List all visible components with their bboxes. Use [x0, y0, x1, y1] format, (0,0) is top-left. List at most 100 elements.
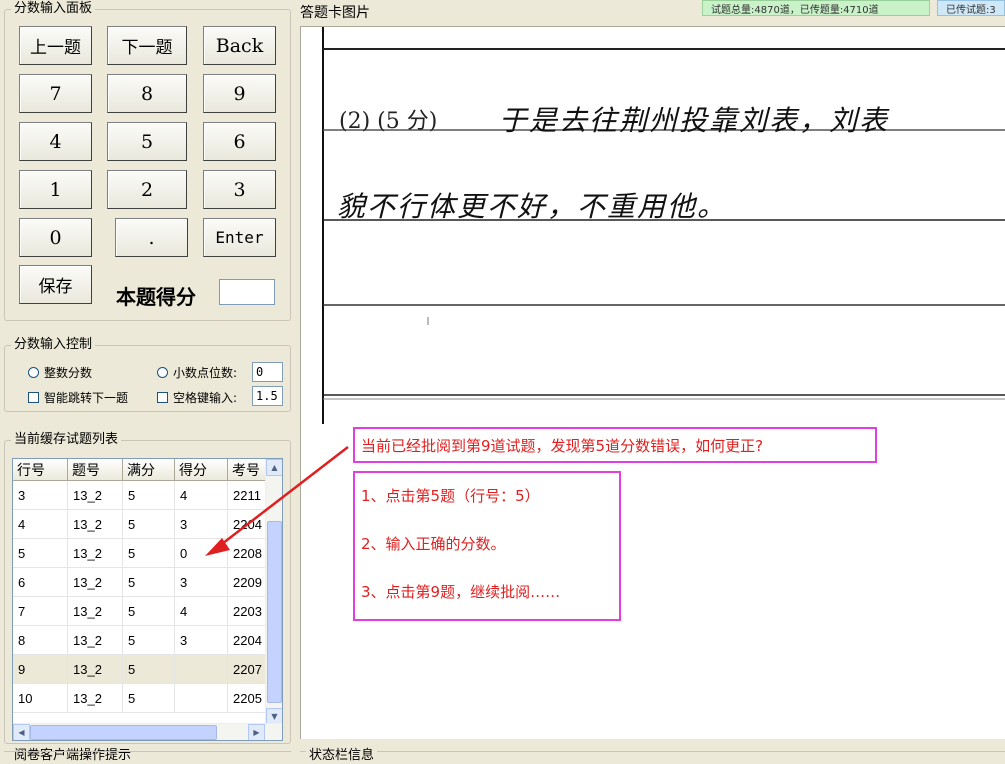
grid-horizontal-scrollbar[interactable]: ◀ ▶ — [13, 723, 282, 740]
cell-row-number[interactable]: 8 — [13, 626, 68, 655]
grid-vertical-scrollbar[interactable]: ▲ ▼ — [265, 459, 282, 725]
table-row[interactable]: 6 13_2 5 3 2209 — [13, 568, 278, 597]
key-2-button[interactable]: 2 — [107, 170, 187, 209]
key-0-button[interactable]: 0 — [19, 218, 92, 257]
cell-score[interactable]: 0 — [175, 539, 228, 568]
cell-score[interactable]: 4 — [175, 597, 228, 626]
scroll-up-icon[interactable]: ▲ — [266, 459, 282, 476]
key-4-button[interactable]: 4 — [19, 122, 92, 161]
key-8-button[interactable]: 8 — [107, 74, 187, 113]
col-question-id[interactable]: 题号 — [68, 459, 123, 481]
table-row[interactable]: 5 13_2 5 0 2208 — [13, 539, 278, 568]
cell-score[interactable]: 4 — [175, 481, 228, 510]
decimal-radio[interactable] — [157, 367, 168, 378]
cell-question-id[interactable]: 13_2 — [68, 510, 123, 539]
cell-question-id[interactable]: 13_2 — [68, 568, 123, 597]
cell-full-score[interactable]: 5 — [123, 481, 175, 510]
annotation-step-2: 2、输入正确的分数。 — [361, 535, 506, 553]
cell-question-id[interactable]: 13_2 — [68, 684, 123, 713]
integer-radio[interactable] — [28, 367, 39, 378]
cell-full-score[interactable]: 5 — [123, 510, 175, 539]
cell-full-score[interactable]: 5 — [123, 597, 175, 626]
cache-list-grid[interactable]: 行号 题号 满分 得分 考号 3 13_2 5 4 2211 4 13_2 5 3 2204 5 13… — [12, 458, 283, 741]
col-full-score[interactable]: 满分 — [123, 459, 175, 481]
save-button[interactable]: 保存 — [19, 265, 92, 304]
scroll-left-icon[interactable]: ◀ — [13, 724, 30, 740]
cell-score[interactable] — [175, 655, 228, 684]
annotation-question-box: 当前已经批阅到第9道试题，发现第5道分数错误，如何更正? — [353, 427, 877, 463]
table-row[interactable]: 7 13_2 5 4 2203 — [13, 597, 278, 626]
cell-question-id[interactable]: 13_2 — [68, 655, 123, 684]
enter-button[interactable]: Enter — [203, 218, 276, 257]
next-question-button[interactable]: 下一题 — [107, 26, 187, 65]
key-5-button[interactable]: 5 — [107, 122, 187, 161]
decimal-option[interactable]: 小数点位数: — [157, 364, 237, 381]
key-7-button[interactable]: 7 — [19, 74, 92, 113]
answer-print-label: (2) (5 分) — [339, 109, 438, 134]
space-input-option[interactable]: 空格键输入: — [157, 389, 237, 406]
score-control-panel-title: 分数输入控制 — [11, 337, 96, 353]
back-button[interactable]: Back — [203, 26, 276, 65]
cell-full-score[interactable]: 5 — [123, 626, 175, 655]
horizontal-scroll-thumb[interactable] — [30, 725, 217, 740]
decimal-places-input[interactable]: 0 — [252, 362, 283, 382]
client-hint-title: 阅卷客户端操作提示 — [12, 744, 134, 763]
cell-full-score[interactable]: 5 — [123, 684, 175, 713]
cell-score[interactable] — [175, 684, 228, 713]
score-input[interactable] — [219, 279, 275, 305]
table-row[interactable]: 4 13_2 5 3 2204 — [13, 510, 278, 539]
annotation-step-1: 1、点击第5题（行号：5） — [361, 487, 540, 505]
answer-card-image: (2) (5 分) 于是去往荆州投靠刘表，刘表 貌不行体更不好，不重用他。 — [300, 26, 1005, 424]
cache-list-title: 当前缓存试题列表 — [11, 432, 122, 448]
cell-row-number[interactable]: 10 — [13, 684, 68, 713]
cell-row-number[interactable]: 5 — [13, 539, 68, 568]
smart-jump-option[interactable]: 智能跳转下一题 — [28, 389, 128, 406]
score-input-panel-title: 分数输入面板 — [11, 1, 96, 17]
prev-question-button[interactable]: 上一题 — [19, 26, 92, 65]
cell-row-number[interactable]: 7 — [13, 597, 68, 626]
cell-score[interactable]: 3 — [175, 626, 228, 655]
cell-full-score[interactable]: 5 — [123, 655, 175, 684]
grid-header: 行号 题号 满分 得分 考号 — [13, 459, 278, 481]
uploaded-count-status: 已传试题:3 — [937, 0, 1005, 16]
key-3-button[interactable]: 3 — [203, 170, 276, 209]
cell-full-score[interactable]: 5 — [123, 539, 175, 568]
space-input-value[interactable]: 1.5 — [252, 386, 283, 406]
cell-row-number[interactable]: 6 — [13, 568, 68, 597]
vertical-scroll-thumb[interactable] — [267, 521, 282, 703]
space-input-label: 空格键输入: — [173, 391, 238, 405]
key-6-button[interactable]: 6 — [203, 122, 276, 161]
key-9-button[interactable]: 9 — [203, 74, 276, 113]
space-input-checkbox[interactable] — [157, 392, 168, 403]
table-row[interactable]: 9 13_2 5 2207 — [13, 655, 278, 684]
annotation-step-3: 3、点击第9题，继续批阅…… — [361, 583, 561, 601]
answer-handwriting-line2: 貌不行体更不好，不重用他。 — [337, 190, 728, 223]
key-1-button[interactable]: 1 — [19, 170, 92, 209]
scroll-right-icon[interactable]: ▶ — [248, 724, 265, 740]
key-dot-button[interactable]: . — [115, 218, 188, 257]
decimal-label: 小数点位数: — [173, 366, 238, 380]
cell-row-number[interactable]: 9 — [13, 655, 68, 684]
answer-handwriting-line1: 于是去往荆州投靠刘表，刘表 — [499, 104, 890, 137]
smart-jump-label: 智能跳转下一题 — [44, 391, 129, 405]
table-row[interactable]: 8 13_2 5 3 2204 — [13, 626, 278, 655]
total-count-status: 试题总量:4870道，已传题量:4710道 — [702, 0, 930, 16]
cell-score[interactable]: 3 — [175, 510, 228, 539]
cell-question-id[interactable]: 13_2 — [68, 539, 123, 568]
cell-full-score[interactable]: 5 — [123, 568, 175, 597]
status-bar-title: 状态栏信息 — [306, 744, 378, 763]
col-score[interactable]: 得分 — [175, 459, 228, 481]
smart-jump-checkbox[interactable] — [28, 392, 39, 403]
cell-question-id[interactable]: 13_2 — [68, 597, 123, 626]
integer-score-option[interactable]: 整数分数 — [28, 364, 92, 381]
table-row[interactable]: 10 13_2 5 2205 — [13, 684, 278, 713]
col-row-number[interactable]: 行号 — [13, 459, 68, 481]
cell-question-id[interactable]: 13_2 — [68, 626, 123, 655]
table-row[interactable]: 3 13_2 5 4 2211 — [13, 481, 278, 510]
cell-row-number[interactable]: 4 — [13, 510, 68, 539]
cell-row-number[interactable]: 3 — [13, 481, 68, 510]
cell-score[interactable]: 3 — [175, 568, 228, 597]
annotation-steps-box: 1、点击第5题（行号：5） 2、输入正确的分数。 3、点击第9题，继续批阅…… — [353, 471, 621, 621]
answer-card-scan — [322, 27, 1005, 424]
cell-question-id[interactable]: 13_2 — [68, 481, 123, 510]
